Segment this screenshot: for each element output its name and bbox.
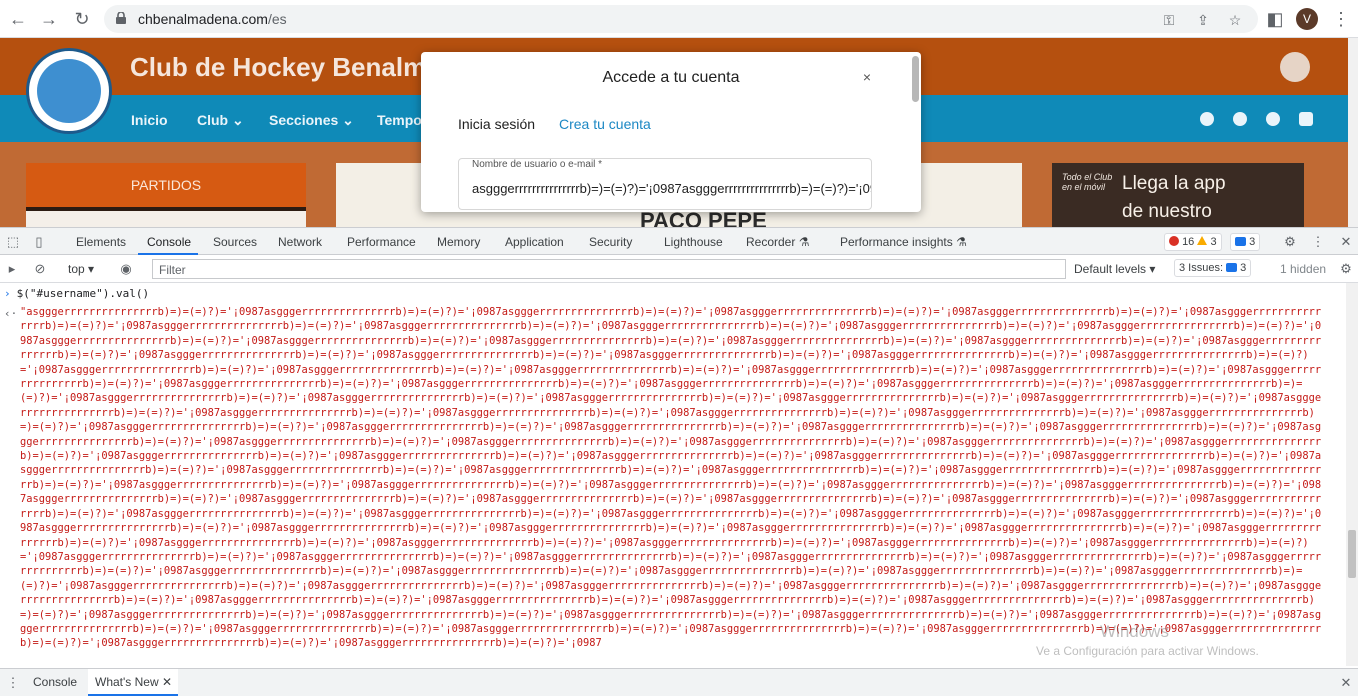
error-warning-badge[interactable]: 16 3 [1164,233,1222,251]
share-icon[interactable]: ⇪ [1194,11,1212,29]
key-icon[interactable]: ⚿ [1160,11,1178,29]
nav-temporada[interactable]: Tempo [377,112,422,128]
console-output[interactable]: › $("#username").val() ‹· "asgggerrrrrrrr… [0,283,1346,666]
warning-icon [1197,236,1208,245]
url-text: chbenalmadena.com/es [138,11,287,27]
facebook-icon[interactable] [1233,112,1247,126]
close-icon[interactable]: × [859,69,875,85]
tab-memory[interactable]: Memory [437,235,480,249]
console-scroll-thumb[interactable] [1348,530,1356,578]
app-ad-small-text: Todo el Club en el móvil [1062,172,1113,192]
error-icon [1169,236,1179,246]
lock-icon [116,12,126,24]
windows-watermark-title: Windows [1100,622,1169,641]
youtube-icon[interactable] [1299,112,1313,126]
sidebar-icon[interactable]: ◧ [1264,8,1286,30]
tab-performance-insights[interactable]: Performance insights ⚗ [840,235,967,249]
partidos-header[interactable]: PARTIDOS [26,163,306,211]
console-command: › $("#username").val() [4,287,150,300]
devtools-tabbar: ⬚ ▯ Elements Console Sources Network Per… [0,227,1358,255]
username-input[interactable]: asgggerrrrrrrrrrrrrrrb)=)=(=)?)='¡0987as… [472,181,871,196]
club-logo[interactable] [26,48,112,134]
device-toolbar-icon[interactable]: ▯ [32,235,46,249]
nav-club[interactable]: Club ⌄ [197,112,244,129]
more-options-icon[interactable]: ⋮ [1311,235,1325,249]
modal-scrollbar[interactable] [912,56,919,102]
site-title[interactable]: Club de Hockey Benalm [130,52,426,83]
star-icon[interactable]: ☆ [1226,11,1244,29]
windows-watermark-subtitle: Ve a Configuración para activar Windows. [1036,644,1259,658]
flask-icon: ⚗ [956,235,967,249]
tab-elements[interactable]: Elements [76,235,126,249]
tab-console[interactable]: Console [147,235,191,249]
user-icon[interactable] [1280,52,1310,82]
tab-register[interactable]: Crea tu cuenta [559,116,651,132]
reload-icon[interactable]: ↻ [71,8,93,30]
console-settings-icon[interactable]: ⚙ [1339,262,1353,276]
close-devtools-icon[interactable]: ✕ [1339,235,1353,249]
menu-icon[interactable]: ⋮ [1330,8,1352,30]
username-field[interactable]: Nombre de usuario o e-mail * asgggerrrrr… [458,158,872,210]
close-tab-icon[interactable]: ✕ [162,675,172,689]
partidos-panel [26,211,306,227]
issues-icon [1226,263,1238,272]
console-scrollbar[interactable] [1346,283,1358,666]
filter-input[interactable]: Filter [152,259,1066,279]
context-selector[interactable]: top ▾ [68,262,94,276]
sidebar-toggle-icon[interactable]: ▸ [5,262,19,276]
address-bar[interactable]: chbenalmadena.com/es ⚿ ⇪ ☆ [104,5,1258,33]
nav-secciones[interactable]: Secciones ⌄ [269,112,354,129]
instagram-icon[interactable] [1266,112,1280,126]
page-scrollbar[interactable] [1348,38,1358,227]
result-arrow-icon: ‹· [4,307,18,320]
back-icon[interactable]: ← [7,8,29,30]
forward-icon[interactable]: → [38,8,60,30]
nav-inicio[interactable]: Inicio [131,112,168,128]
inspect-icon[interactable]: ⬚ [6,235,20,249]
tab-network[interactable]: Network [278,235,322,249]
prompt-chevron-icon: › [4,287,11,300]
messages-badge[interactable]: 3 [1230,233,1261,251]
flask-icon: ⚗ [798,235,810,249]
tab-performance[interactable]: Performance [347,235,416,249]
login-modal: Accede a tu cuenta × Inicia sesión Crea … [421,52,921,212]
tab-lighthouse[interactable]: Lighthouse [664,235,723,249]
drawer-menu-icon[interactable]: ⋮ [6,676,20,690]
drawer-tab-whats-new[interactable]: What's New ✕ [95,675,172,689]
console-result-string: "asgggerrrrrrrrrrrrrrrb)=)=(=)?)='¡0987a… [20,306,1322,650]
eye-icon[interactable]: ◉ [119,262,133,276]
tab-recorder[interactable]: Recorder ⚗ [746,235,809,249]
log-levels-dropdown[interactable]: Default levels ▾ [1074,262,1155,276]
message-icon [1235,237,1246,246]
tab-security[interactable]: Security [589,235,632,249]
issues-badge[interactable]: 3 Issues: 3 [1174,259,1252,277]
devtools-drawer: ⋮ Console What's New ✕ ✕ [0,668,1358,696]
settings-gear-icon[interactable]: ⚙ [1283,235,1297,249]
close-drawer-icon[interactable]: ✕ [1339,676,1353,690]
tab-application[interactable]: Application [505,235,564,249]
username-label: Nombre de usuario o e-mail * [472,159,603,170]
drawer-tab-console[interactable]: Console [33,675,77,689]
profile-avatar[interactable]: V [1296,8,1318,30]
browser-toolbar: ← → ↻ chbenalmadena.com/es ⚿ ⇪ ☆ ◧ V ⋮ [0,0,1358,38]
clear-console-icon[interactable]: ⊘ [33,262,47,276]
modal-title: Accede a tu cuenta [602,69,740,86]
hidden-count: 1 hidden [1280,262,1327,276]
twitter-icon[interactable] [1200,112,1214,126]
tab-login[interactable]: Inicia sesión [458,116,535,132]
console-toolbar: ▸ ⊘ top ▾ ◉ Filter Default levels ▾ 3 Is… [0,255,1358,283]
tab-sources[interactable]: Sources [213,235,257,249]
